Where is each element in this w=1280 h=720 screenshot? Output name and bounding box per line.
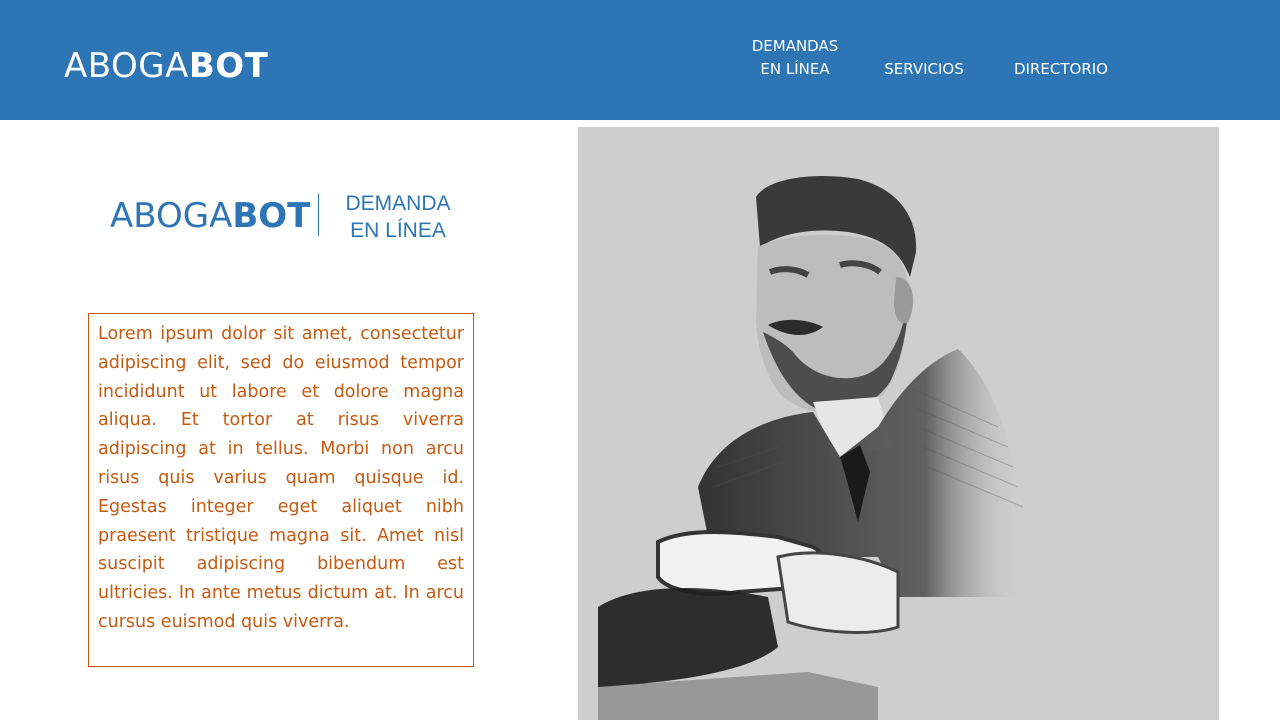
nav-demandas-line2: EN LÍNEA: [760, 60, 830, 78]
nav-demandas-en-linea[interactable]: DEMANDAS EN LÍNEA: [745, 35, 845, 81]
description-textbox: Lorem ipsum dolor sit amet, consectetur …: [88, 313, 474, 667]
brand-tag-line1: DEMANDA: [345, 192, 451, 215]
brand-tag-line2: EN LÍNEA: [350, 219, 446, 242]
brand-tagline: DEMANDA EN LÍNEA: [338, 190, 458, 244]
brand-block: ABOGABOT DEMANDA EN LÍNEA: [110, 190, 470, 250]
portrait-image: [578, 127, 1219, 720]
brand-logo-bold: BOT: [232, 196, 311, 236]
main-nav: DEMANDAS EN LÍNEA SERVICIOS DIRECTORIO: [0, 0, 1280, 120]
nav-directorio[interactable]: DIRECTORIO: [1006, 58, 1116, 81]
nav-demandas-line1: DEMANDAS: [751, 37, 839, 55]
nav-servicios[interactable]: SERVICIOS: [876, 58, 972, 81]
sketch-portrait-icon: [598, 176, 1024, 720]
site-header: ABOGABOT DEMANDAS EN LÍNEA SERVICIOS DIR…: [0, 0, 1280, 120]
brand-logo-light: ABOGA: [110, 196, 233, 236]
brand-logo: ABOGABOT: [110, 194, 310, 238]
brand-divider: [318, 194, 319, 236]
